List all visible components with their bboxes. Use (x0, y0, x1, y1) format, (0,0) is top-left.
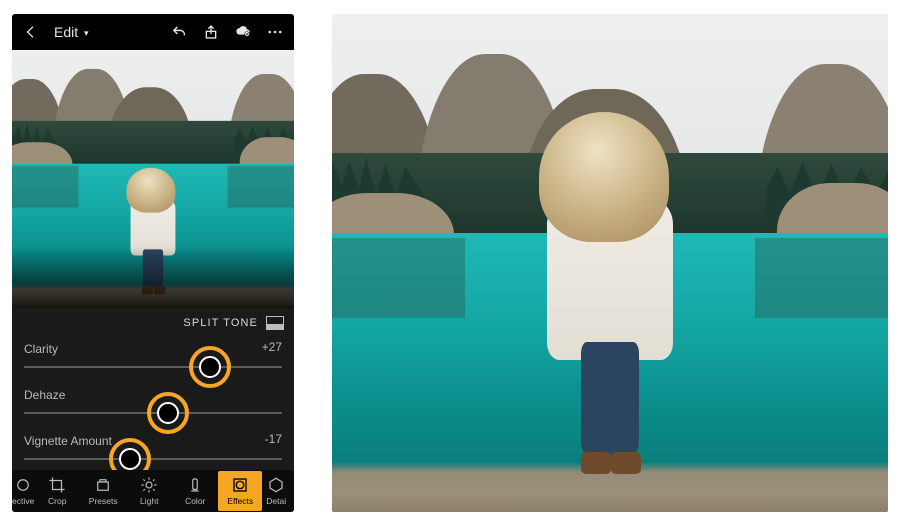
back-icon[interactable] (22, 23, 40, 41)
slider-track[interactable] (24, 412, 282, 414)
split-tone-label: SPLIT TONE (183, 317, 258, 329)
tab-label: Detai (266, 496, 286, 506)
slider-dehaze: Dehaze (24, 386, 282, 430)
light-icon (139, 476, 159, 494)
highlight-ring-icon (147, 392, 189, 434)
tab-light[interactable]: Light (126, 476, 172, 506)
tab-color[interactable]: Color (172, 476, 218, 506)
tab-detail[interactable]: Detai (262, 476, 290, 506)
tab-label: Color (185, 496, 205, 506)
share-icon[interactable] (202, 23, 220, 41)
slider-track[interactable] (24, 458, 282, 460)
image-viewport[interactable] (12, 50, 294, 308)
undo-icon[interactable] (170, 23, 188, 41)
tab-crop[interactable]: Crop (34, 476, 80, 506)
slider-label: Vignette Amount (24, 434, 112, 448)
bottom-tab-bar: ective Crop Presets Light Color Effects … (12, 470, 294, 512)
more-icon[interactable] (266, 23, 284, 41)
mode-label[interactable]: Edit ▾ (54, 24, 87, 40)
slider-value: +27 (262, 340, 282, 354)
split-tone-button[interactable]: SPLIT TONE (183, 316, 284, 330)
color-icon (185, 476, 205, 494)
tab-effects[interactable]: Effects (218, 471, 262, 511)
edit-label: Edit (54, 24, 78, 40)
tab-presets[interactable]: Presets (80, 476, 126, 506)
effects-panel: SPLIT TONE Clarity +27 Dehaze Vignette A… (12, 308, 294, 470)
tab-label: Effects (227, 496, 253, 506)
top-bar: Edit ▾ (12, 14, 294, 50)
slider-value: -17 (265, 432, 282, 446)
result-photo (332, 14, 888, 512)
split-tone-icon (266, 316, 284, 330)
slider-track[interactable] (24, 366, 282, 368)
slider-clarity: Clarity +27 (24, 340, 282, 384)
highlight-ring-icon (189, 346, 231, 388)
slider-label: Clarity (24, 342, 58, 356)
lightroom-mobile-app: Edit ▾ (12, 14, 294, 512)
effects-icon (230, 476, 250, 494)
cloud-sync-icon[interactable] (234, 23, 252, 41)
tab-selective[interactable]: ective (12, 476, 34, 506)
chevron-down-icon: ▾ (84, 28, 89, 38)
tab-label: Light (140, 496, 158, 506)
detail-icon (266, 476, 286, 494)
selective-icon (13, 476, 33, 494)
presets-icon (93, 476, 113, 494)
tab-label: ective (12, 496, 34, 506)
viewport-fade (12, 246, 294, 308)
slider-label: Dehaze (24, 388, 65, 402)
tab-label: Crop (48, 496, 66, 506)
crop-icon (47, 476, 67, 494)
tab-label: Presets (89, 496, 118, 506)
